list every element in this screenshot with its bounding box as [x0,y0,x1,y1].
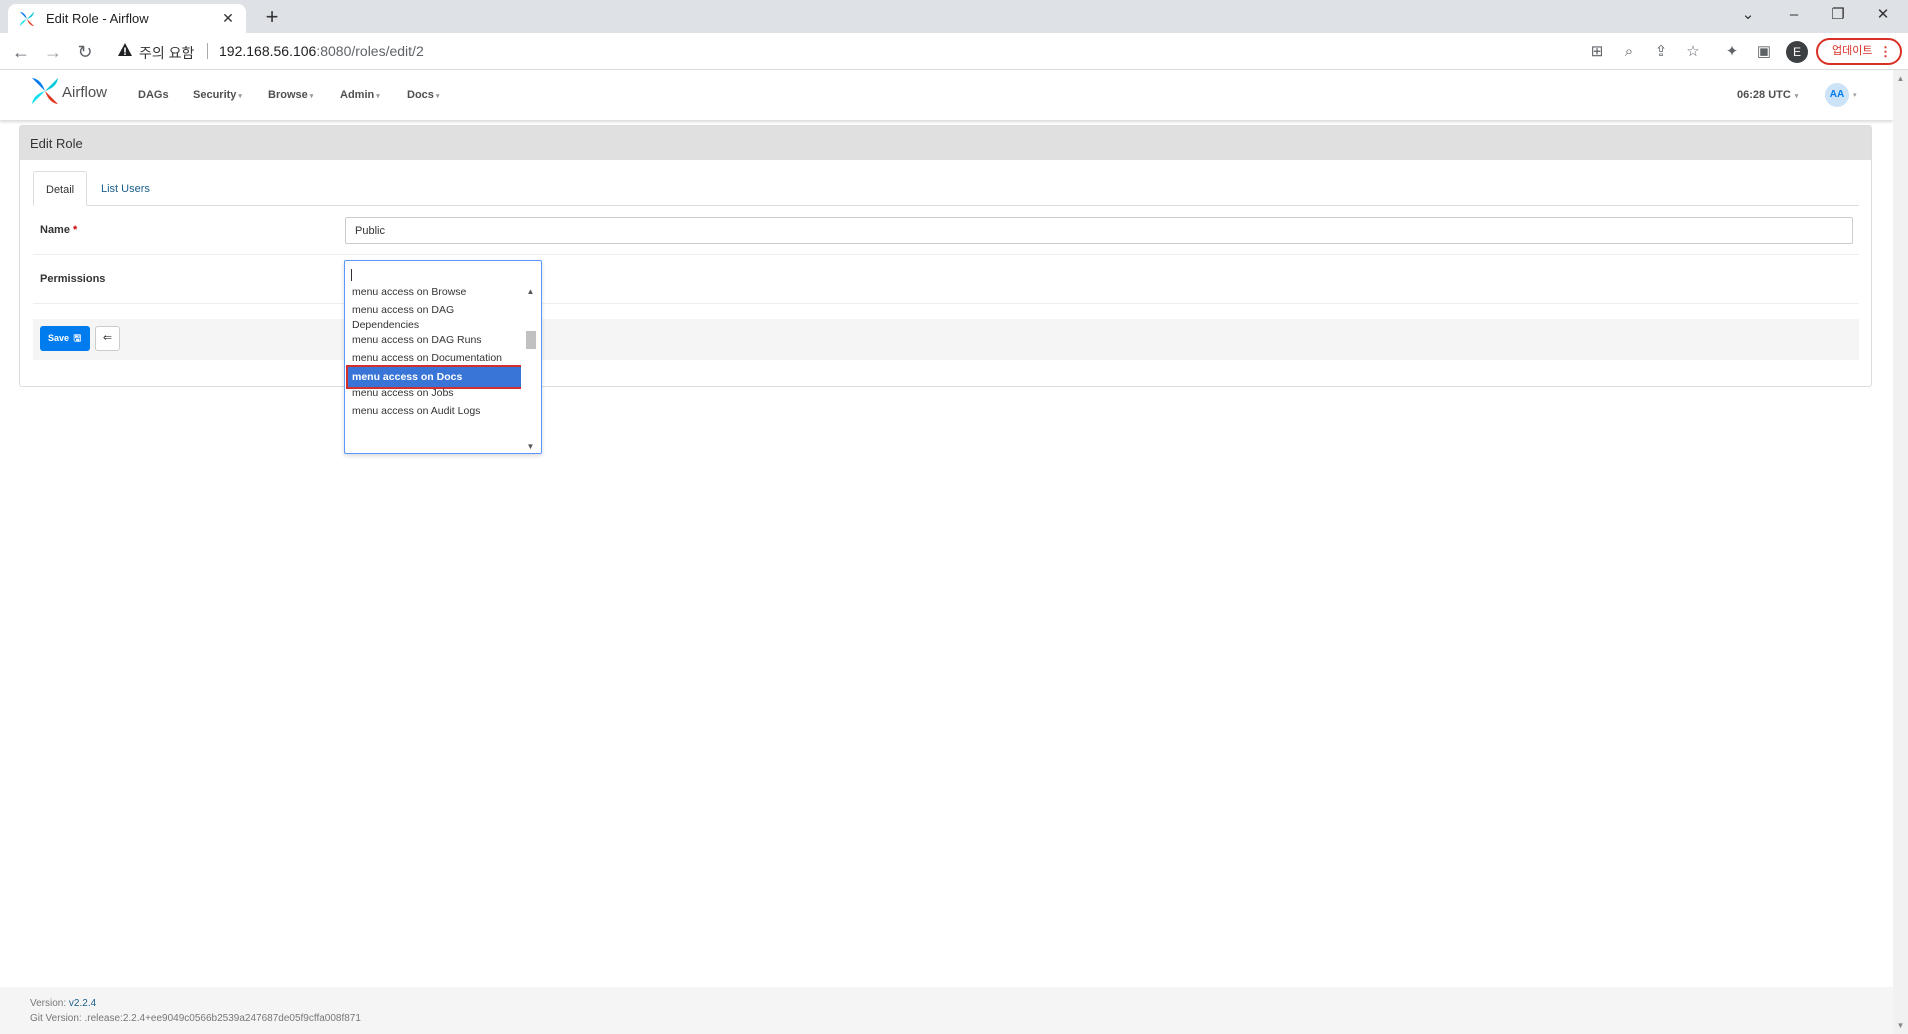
name-label-text: Name [40,224,70,236]
permission-option[interactable]: menu access on Audit Logs [348,404,521,419]
minimize-icon[interactable]: – [1772,0,1816,30]
name-row: Name * Public [33,208,1859,255]
nav-security[interactable]: Security ▾ [193,89,242,101]
caret-down-icon: ▾ [238,93,242,100]
permissions-options-list: menu access on Browse menu access on DAG… [345,285,521,453]
back-arrow-icon[interactable]: ← [6,37,36,67]
caret-down-icon: ▾ [435,93,440,100]
url-text: 192.168.56.106:8080/roles/edit/2 [219,43,424,59]
version-line: Version: v2.2.4 [30,996,1863,1011]
permission-option[interactable]: menu access on Browse [348,285,521,300]
save-label: Save [48,333,70,343]
scroll-up-icon[interactable]: ▲ [523,287,538,296]
page-footer: Version: v2.2.4 Git Version: .release:2.… [0,987,1893,1034]
version-label: Version: [30,998,69,1009]
warning-triangle-icon [118,43,132,56]
permissions-scrollbar[interactable]: ▲ ▼ [523,285,538,453]
nav-docs-label: Docs [407,89,434,101]
save-button[interactable]: Save 🖫 [40,326,90,351]
scroll-up-icon[interactable]: ▲ [1893,74,1908,83]
browser-tab[interactable]: Edit Role - Airflow ✕ [8,4,246,33]
nav-admin[interactable]: Admin ▾ [340,89,380,101]
permission-option[interactable]: menu access on DAG Dependencies [348,303,521,333]
browser-tabstrip: Edit Role - Airflow ✕ + ⌄ – ❐ ✕ [0,0,1908,33]
page-title: Edit Role [20,126,1871,160]
profile-avatar[interactable]: E [1786,41,1808,63]
restore-icon[interactable]: ❐ [1816,0,1860,30]
page-scrollbar[interactable]: ▲ ▼ [1893,70,1908,1034]
reload-icon[interactable]: ↻ [70,37,100,67]
name-label: Name * [40,224,77,236]
floppy-disk-icon: 🖫 [71,333,82,343]
required-marker: * [73,224,78,236]
utc-clock-label: 06:28 UTC [1737,89,1791,101]
zoom-icon[interactable]: ⌕ [1619,42,1639,62]
airflow-brand[interactable]: Airflow [62,84,107,101]
scroll-down-icon[interactable]: ▼ [1893,1021,1908,1030]
airflow-favicon-icon [19,11,35,26]
back-button[interactable]: ⇐ [95,326,120,351]
scroll-down-icon[interactable]: ▼ [523,442,538,451]
caret-down-icon: ▾ [309,93,314,100]
airflow-logo-icon[interactable] [30,76,60,106]
permissions-label: Permissions [40,273,106,285]
git-version-value: .release:2.2.4+ee9049c0566b2539a247687de… [84,1013,361,1024]
user-menu-caret-icon[interactable]: ▾ [1853,91,1857,99]
address-bar[interactable]: 주의 요함 192.168.56.106:8080/roles/edit/2 [107,37,1587,65]
permissions-dropdown[interactable]: menu access on Browse menu access on DAG… [344,260,542,454]
form-tabs: Detail List Users [33,171,1859,206]
browser-toolbar: ← → ↻ 주의 요함 192.168.56.106:8080/roles/ed… [0,33,1908,70]
nav-docs[interactable]: Docs ▾ [407,89,439,101]
permission-option[interactable]: menu access on Documentation [348,351,521,366]
airflow-navbar: Airflow DAGs Security ▾ Browse ▾ Admin ▾ Do… [0,70,1893,120]
git-version-label: Git Version: [30,1013,85,1024]
permission-option[interactable]: menu access on Jobs [348,386,521,401]
name-input[interactable]: Public [345,217,1853,244]
tab-detail[interactable]: Detail [33,171,88,206]
permission-option-highlighted[interactable]: menu access on Docs [346,365,521,389]
update-button[interactable]: 업데이트 ⋮ [1816,38,1902,65]
tab-search-chevron-icon[interactable]: ⌄ [1726,0,1770,30]
translate-icon[interactable]: ⊞ [1587,42,1607,62]
update-label: 업데이트 [1832,45,1873,57]
omnibox-divider [207,43,208,59]
caret-down-icon: ▾ [376,93,380,100]
chrome-menu-icon[interactable]: ⋮ [1879,40,1892,63]
nav-browse-label: Browse [268,89,308,101]
permissions-row: Permissions [33,256,1859,304]
back-arrow-icon: ⇐ [102,332,113,344]
caret-down-icon: ▾ [1794,93,1799,100]
nav-dags[interactable]: DAGs [138,89,169,101]
scroll-thumb[interactable] [526,331,536,349]
security-warning-text: 주의 요함 [139,45,195,61]
share-icon[interactable]: ⇪ [1651,42,1671,62]
side-panel-icon[interactable]: ▣ [1754,42,1774,62]
tab-title: Edit Role - Airflow [46,11,149,26]
permission-option[interactable]: menu access on DAG Runs [348,333,521,348]
new-tab-button[interactable]: + [258,4,286,32]
utc-clock[interactable]: 06:28 UTC ▾ [1737,89,1798,101]
version-value[interactable]: v2.2.4 [69,998,96,1009]
extensions-puzzle-icon[interactable]: ✦ [1722,42,1742,62]
user-avatar[interactable]: AA [1825,83,1849,107]
url-path: :8080/roles/edit/2 [316,43,424,59]
nav-admin-label: Admin [340,89,375,101]
form-actions: Save 🖫 ⇐ [33,319,1859,360]
bookmark-star-icon[interactable]: ☆ [1683,42,1703,62]
nav-browse[interactable]: Browse ▾ [268,89,313,101]
nav-security-label: Security [193,89,237,101]
git-version-line: Git Version: .release:2.2.4+ee9049c0566b… [30,1011,1863,1026]
tab-list-users[interactable]: List Users [89,171,162,206]
edit-role-panel: Edit Role Detail List Users Name * Publi… [19,125,1872,387]
close-window-icon[interactable]: ✕ [1861,0,1905,30]
permissions-search-caret[interactable] [351,269,352,281]
tab-close-icon[interactable]: ✕ [220,10,236,27]
url-host: 192.168.56.106 [219,43,317,59]
forward-arrow-icon[interactable]: → [38,37,68,67]
